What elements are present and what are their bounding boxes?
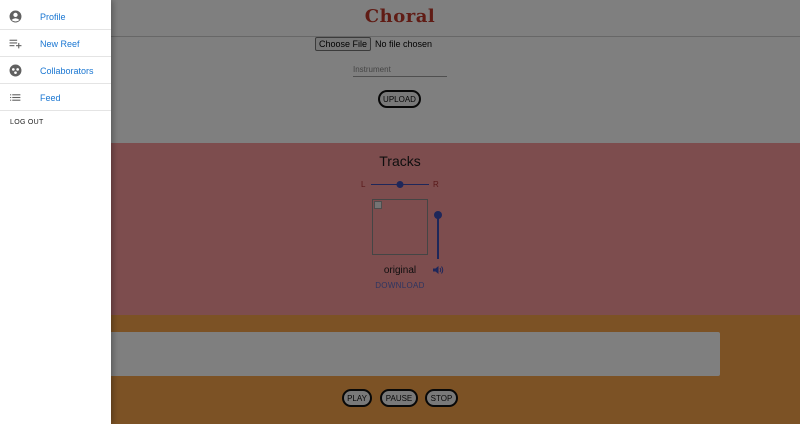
account-circle-icon bbox=[9, 10, 22, 23]
nav-drawer: Profile New Reef Collaborators Feed LOG … bbox=[0, 0, 111, 424]
drawer-backdrop[interactable] bbox=[0, 0, 800, 424]
group-icon bbox=[9, 64, 22, 77]
drawer-item-label: Profile bbox=[40, 11, 66, 22]
drawer-item-profile[interactable]: Profile bbox=[0, 4, 111, 30]
playlist-add-icon bbox=[9, 39, 22, 49]
drawer-item-new-reef[interactable]: New Reef bbox=[0, 31, 111, 57]
drawer-item-collaborators[interactable]: Collaborators bbox=[0, 58, 111, 84]
drawer-item-label: Collaborators bbox=[40, 65, 94, 76]
drawer-item-feed[interactable]: Feed bbox=[0, 85, 111, 111]
drawer-item-label: Feed bbox=[40, 92, 61, 103]
logout-button[interactable]: LOG OUT bbox=[10, 119, 44, 126]
drawer-item-label: New Reef bbox=[40, 38, 80, 49]
list-icon bbox=[10, 94, 21, 101]
